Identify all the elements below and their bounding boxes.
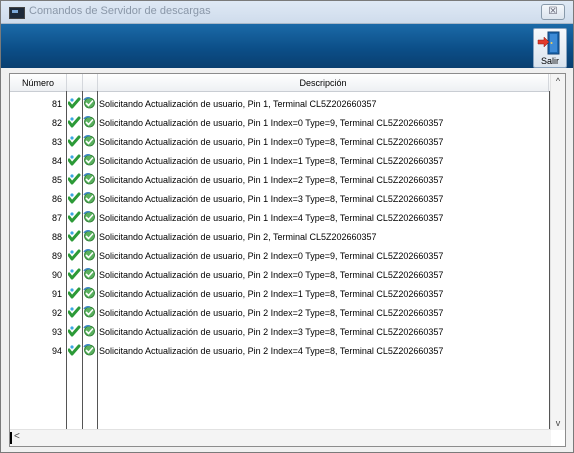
- sync-icon: [83, 97, 96, 111]
- table-row[interactable]: 93 Solicitando Actualización de usuario,…: [10, 322, 550, 341]
- check-icon: [67, 97, 81, 111]
- sync-icon: [83, 249, 96, 263]
- table-row[interactable]: 86 Solicitando Actualización de usuario,…: [10, 189, 550, 208]
- app-icon: [9, 7, 25, 19]
- row-description: Solicitando Actualización de usuario, Pi…: [99, 156, 444, 166]
- sync-icon: [83, 230, 96, 244]
- row-number: 89: [51, 251, 62, 261]
- scroll-up-arrow-icon[interactable]: ^: [551, 76, 565, 86]
- sync-icon: [83, 135, 96, 149]
- check-icon: [67, 249, 81, 263]
- table-row[interactable]: 90 Solicitando Actualización de usuario,…: [10, 265, 550, 284]
- exit-door-icon: [537, 31, 560, 55]
- toolbar: Salir: [1, 24, 573, 68]
- row-description: Solicitando Actualización de usuario, Pi…: [99, 232, 377, 242]
- vertical-scrollbar[interactable]: ^ v: [550, 74, 565, 430]
- check-icon: [67, 268, 81, 282]
- row-description: Solicitando Actualización de usuario, Pi…: [99, 213, 444, 223]
- close-button[interactable]: ☒: [541, 4, 565, 20]
- horizontal-scrollbar[interactable]: <: [10, 429, 551, 446]
- table-row[interactable]: 87 Solicitando Actualización de usuario,…: [10, 208, 550, 227]
- row-description: Solicitando Actualización de usuario, Pi…: [99, 308, 444, 318]
- check-icon: [67, 154, 81, 168]
- table-row[interactable]: 84 Solicitando Actualización de usuario,…: [10, 151, 550, 170]
- row-number: 85: [51, 175, 62, 185]
- table-row[interactable]: 91 Solicitando Actualización de usuario,…: [10, 284, 550, 303]
- table-row[interactable]: 82 Solicitando Actualización de usuario,…: [10, 113, 550, 132]
- window-title: Comandos de Servidor de descargas: [29, 5, 211, 17]
- main-window: Comandos de Servidor de descargas ☒ Sali…: [0, 0, 574, 453]
- row-number: 82: [51, 118, 62, 128]
- sync-icon: [83, 268, 96, 282]
- check-icon: [67, 344, 81, 358]
- row-description: Solicitando Actualización de usuario, Pi…: [99, 118, 444, 128]
- exit-label: Salir: [540, 56, 559, 66]
- table-row[interactable]: 92 Solicitando Actualización de usuario,…: [10, 303, 550, 322]
- row-number: 86: [51, 194, 62, 204]
- list-rows: 81 Solicitando Actualización de usuario,…: [10, 94, 550, 360]
- check-icon: [67, 211, 81, 225]
- row-number: 87: [51, 213, 62, 223]
- sync-icon: [83, 287, 96, 301]
- sync-icon: [83, 306, 96, 320]
- row-number: 94: [51, 346, 62, 356]
- row-description: Solicitando Actualización de usuario, Pi…: [99, 137, 444, 147]
- column-divider: [66, 74, 67, 91]
- check-icon: [67, 173, 81, 187]
- row-number: 84: [51, 156, 62, 166]
- check-icon: [67, 325, 81, 339]
- row-number: 92: [51, 308, 62, 318]
- row-description: Solicitando Actualización de usuario, Pi…: [99, 346, 444, 356]
- row-number: 90: [51, 270, 62, 280]
- row-description: Solicitando Actualización de usuario, Pi…: [99, 327, 444, 337]
- row-number: 81: [51, 99, 62, 109]
- sync-icon: [83, 192, 96, 206]
- scroll-down-arrow-icon[interactable]: v: [551, 418, 565, 428]
- table-row[interactable]: 83 Solicitando Actualización de usuario,…: [10, 132, 550, 151]
- row-number: 83: [51, 137, 62, 147]
- table-row[interactable]: 85 Solicitando Actualización de usuario,…: [10, 170, 550, 189]
- table-row[interactable]: 88 Solicitando Actualización de usuario,…: [10, 227, 550, 246]
- commands-list[interactable]: Número Descripción 81 Solicitando Actual…: [9, 73, 566, 447]
- row-description: Solicitando Actualización de usuario, Pi…: [99, 289, 444, 299]
- sync-icon: [83, 325, 96, 339]
- check-icon: [67, 230, 81, 244]
- table-row[interactable]: 81 Solicitando Actualización de usuario,…: [10, 94, 550, 113]
- title-bar: Comandos de Servidor de descargas ☒: [1, 1, 573, 24]
- sync-icon: [83, 344, 96, 358]
- sync-icon: [83, 154, 96, 168]
- row-description: Solicitando Actualización de usuario, Pi…: [99, 194, 444, 204]
- sync-icon: [83, 173, 96, 187]
- column-divider: [82, 74, 83, 91]
- sync-icon: [83, 116, 96, 130]
- exit-button[interactable]: Salir: [533, 28, 567, 68]
- check-icon: [67, 192, 81, 206]
- scroll-thumb[interactable]: [10, 432, 12, 444]
- row-description: Solicitando Actualización de usuario, Pi…: [99, 99, 377, 109]
- column-header-description[interactable]: Descripción: [98, 78, 548, 88]
- table-row[interactable]: 94 Solicitando Actualización de usuario,…: [10, 341, 550, 360]
- row-number: 88: [51, 232, 62, 242]
- row-description: Solicitando Actualización de usuario, Pi…: [99, 175, 444, 185]
- row-number: 91: [51, 289, 62, 299]
- column-header-number[interactable]: Número: [10, 78, 66, 88]
- row-description: Solicitando Actualización de usuario, Pi…: [99, 251, 444, 261]
- sync-icon: [83, 211, 96, 225]
- list-header: Número Descripción: [10, 74, 550, 92]
- check-icon: [67, 287, 81, 301]
- check-icon: [67, 306, 81, 320]
- row-number: 93: [51, 327, 62, 337]
- column-divider: [548, 74, 549, 91]
- scroll-left-arrow-icon[interactable]: <: [14, 431, 20, 442]
- row-description: Solicitando Actualización de usuario, Pi…: [99, 270, 444, 280]
- check-icon: [67, 116, 81, 130]
- table-row[interactable]: 89 Solicitando Actualización de usuario,…: [10, 246, 550, 265]
- check-icon: [67, 135, 81, 149]
